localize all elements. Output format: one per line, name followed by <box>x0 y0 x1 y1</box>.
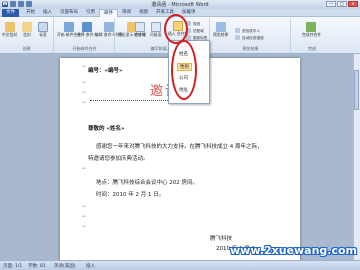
greeting-icon <box>150 22 161 32</box>
paragraph-mark: ↵ <box>82 90 87 96</box>
finish-merge-button[interactable]: 完成并合并 <box>302 22 321 37</box>
address-block-icon <box>134 22 145 32</box>
status-page[interactable]: 页面: 1/1 <box>3 263 22 269</box>
group-preview: 预览结果 查找收件人 自动检查错误 预览结果 <box>211 18 291 53</box>
auto-check-errors-item[interactable]: 自动检查错误 <box>235 35 264 40</box>
quick-access-toolbar: W <box>2 1 32 7</box>
title-underline <box>90 100 180 101</box>
rules-item[interactable]: 规则 <box>186 21 200 26</box>
group-label: 预览结果 <box>242 46 259 51</box>
site-watermark: www.2xuewang.com <box>230 244 358 257</box>
tab-mailings[interactable]: 邮件 <box>99 9 118 17</box>
header-field-line: 编号：«编号» <box>88 68 123 74</box>
close-button[interactable]: ✕ <box>348 1 358 7</box>
status-words[interactable]: 字数: 81 <box>28 263 46 269</box>
group-start-merge: 开始 邮件合并 选择 收件人 编辑 收件人列表 开始邮件合并 <box>55 18 123 53</box>
salutation-line: 尊敬的 «姓名» <box>88 126 125 132</box>
paragraph-mark: ↵ <box>82 166 87 172</box>
paragraph-mark: ↵ <box>82 214 87 220</box>
status-insert-mode[interactable]: 插入 <box>86 263 95 269</box>
paragraph-mark: ↵ <box>82 204 87 210</box>
address-line: 地点：腾飞科技综合会议中心 202 房间。 <box>96 180 198 186</box>
save-icon[interactable] <box>10 1 16 7</box>
labels-button[interactable]: 标签 <box>38 22 48 37</box>
group-label: 开始邮件合并 <box>72 46 97 51</box>
finish-merge-icon <box>306 22 317 32</box>
undo-icon[interactable] <box>18 1 24 7</box>
tab-review[interactable]: 审阅 <box>118 9 135 17</box>
sign-company-line: 腾飞科技 <box>210 236 233 242</box>
group-finish: 完成并合并 完成 <box>292 18 332 53</box>
file-tab[interactable]: 文件 <box>2 9 19 17</box>
highlight-circle-field-list <box>171 40 197 100</box>
status-language[interactable]: 英语(美国) <box>54 263 76 269</box>
status-bar: 页面: 1/1 字数: 81 英语(美国) 插入 <box>0 260 360 270</box>
window-controls: — □ ✕ <box>326 1 358 7</box>
scroll-thumb[interactable] <box>354 70 359 110</box>
check-errors-icon <box>235 35 240 40</box>
redo-icon[interactable] <box>26 1 32 7</box>
paragraph-mark: ↵ <box>82 64 87 70</box>
tab-insert[interactable]: 插入 <box>39 9 56 17</box>
group-create: 中文信封 信封 标签 创建 <box>0 18 54 53</box>
preview-icon <box>215 22 226 32</box>
time-line: 时间：2010 年 2 月 1 日。 <box>96 192 165 198</box>
envelope-button[interactable]: 信封 <box>22 22 32 37</box>
window-title: 邀请函 - Microsoft Word <box>151 2 209 8</box>
word-logo-icon[interactable]: W <box>2 1 8 7</box>
word-window: W 邀请函 - Microsoft Word — □ ✕ 文件 开始 插入 页面… <box>0 0 360 270</box>
address-block-button[interactable]: 地址块 <box>134 22 145 37</box>
group-label: 完成 <box>308 46 316 51</box>
paragraph-mark: ↵ <box>82 80 87 86</box>
minimize-button[interactable]: — <box>326 1 336 7</box>
match-fields-item[interactable]: 匹配域 <box>186 28 204 33</box>
envelope-icon <box>22 22 32 32</box>
tab-home[interactable]: 开始 <box>22 9 39 17</box>
recipients-icon <box>82 22 93 32</box>
find-recipient-item[interactable]: 查找收件人 <box>235 28 260 33</box>
tab-references[interactable]: 引用 <box>82 9 99 17</box>
body-line-1: 感谢您一年来对腾飞科技的大力支持。在腾飞科技成立 4 周年之际， <box>96 144 263 150</box>
paragraph-mark: ↵ <box>82 100 87 106</box>
tab-view[interactable]: 视图 <box>135 9 152 17</box>
mail-merge-icon <box>64 22 74 32</box>
paragraph-mark: ↵ <box>82 224 87 230</box>
body-line-2: 特邀请您参加庆典活动。 <box>88 156 149 162</box>
group-label: 创建 <box>22 46 31 51</box>
envelope-cn-icon <box>4 22 15 32</box>
maximize-button[interactable]: □ <box>337 1 347 7</box>
preview-results-button[interactable]: 预览结果 <box>213 22 228 37</box>
greeting-line-button[interactable]: 问候语 <box>150 22 161 37</box>
edit-list-icon <box>103 22 114 32</box>
find-recipient-icon <box>235 28 240 33</box>
chinese-envelope-button[interactable]: 中文信封 <box>2 22 17 37</box>
labels-icon <box>38 22 48 32</box>
tab-page-layout[interactable]: 页面布局 <box>56 9 82 17</box>
